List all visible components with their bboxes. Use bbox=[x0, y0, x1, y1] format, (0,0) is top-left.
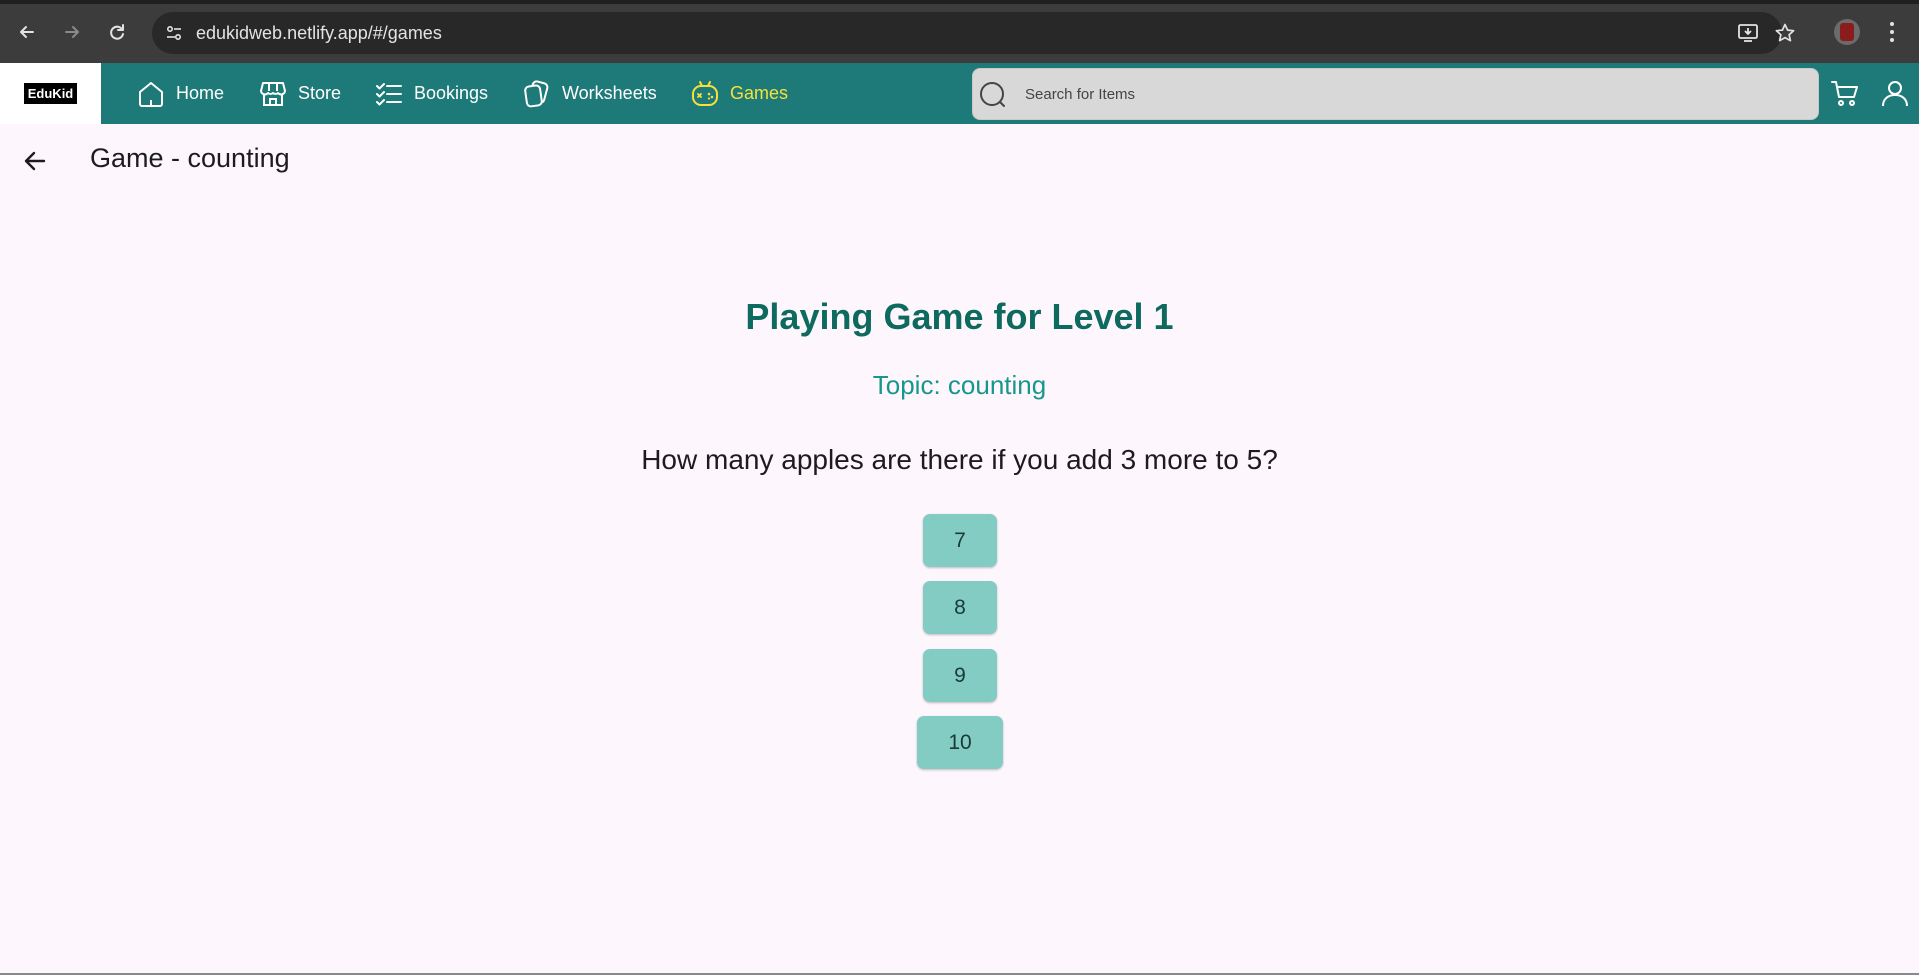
search-input[interactable] bbox=[1025, 69, 1805, 119]
answer-button[interactable]: 10 bbox=[917, 716, 1003, 769]
page-title: Game - counting bbox=[90, 143, 290, 173]
browser-tabstrip bbox=[0, 0, 1919, 4]
browser-forward-icon[interactable] bbox=[56, 16, 88, 48]
bookmark-star-icon[interactable] bbox=[1773, 21, 1797, 45]
answer-button[interactable]: 9 bbox=[923, 649, 997, 702]
app-header: EduKid Home Store Bookings Worksheets Ga… bbox=[0, 63, 1919, 124]
url-text[interactable]: edukidweb.netlify.app/#/games bbox=[196, 23, 442, 44]
nav-item-bookings[interactable]: Bookings bbox=[374, 63, 488, 124]
browser-reload-icon[interactable] bbox=[101, 16, 133, 48]
nav-label-games: Games bbox=[730, 83, 789, 103]
gamepad-icon bbox=[690, 79, 720, 109]
game-level-title: Playing Game for Level 1 bbox=[745, 296, 1174, 337]
logo[interactable]: EduKid bbox=[0, 63, 101, 124]
worksheets-icon bbox=[522, 79, 552, 109]
nav-label-home: Home bbox=[176, 83, 225, 103]
install-app-icon[interactable] bbox=[1736, 21, 1760, 45]
nav-label-bookings: Bookings bbox=[414, 83, 489, 103]
cart-icon[interactable] bbox=[1829, 77, 1861, 109]
browser-back-icon[interactable] bbox=[11, 16, 43, 48]
logo-text: EduKid bbox=[23, 83, 78, 104]
game-topic: Topic: counting bbox=[872, 370, 1047, 400]
nav-item-worksheets[interactable]: Worksheets bbox=[522, 63, 657, 124]
back-arrow-icon[interactable] bbox=[18, 144, 52, 178]
answer-button[interactable]: 8 bbox=[923, 581, 997, 634]
home-icon bbox=[136, 79, 166, 109]
browser-toolbar: edukidweb.netlify.app/#/games bbox=[0, 0, 1919, 63]
store-icon bbox=[258, 79, 288, 109]
nav-item-store[interactable]: Store bbox=[258, 63, 341, 124]
answer-button[interactable]: 7 bbox=[923, 514, 997, 567]
question-text: How many apples are there if you add 3 m… bbox=[641, 444, 1278, 475]
search-icon bbox=[977, 79, 1009, 111]
search-bar[interactable] bbox=[972, 68, 1819, 120]
site-settings-icon[interactable] bbox=[162, 21, 186, 45]
nav-label-worksheets: Worksheets bbox=[562, 83, 657, 103]
address-bar[interactable]: edukidweb.netlify.app/#/games bbox=[152, 12, 1795, 54]
user-icon[interactable] bbox=[1879, 77, 1911, 109]
browser-menu-icon[interactable] bbox=[1880, 18, 1904, 46]
nav-item-home[interactable]: Home bbox=[136, 63, 224, 124]
checklist-icon bbox=[374, 79, 404, 109]
profile-avatar[interactable] bbox=[1834, 19, 1860, 45]
nav-label-store: Store bbox=[298, 83, 342, 103]
nav-item-games[interactable]: Games bbox=[690, 63, 788, 124]
